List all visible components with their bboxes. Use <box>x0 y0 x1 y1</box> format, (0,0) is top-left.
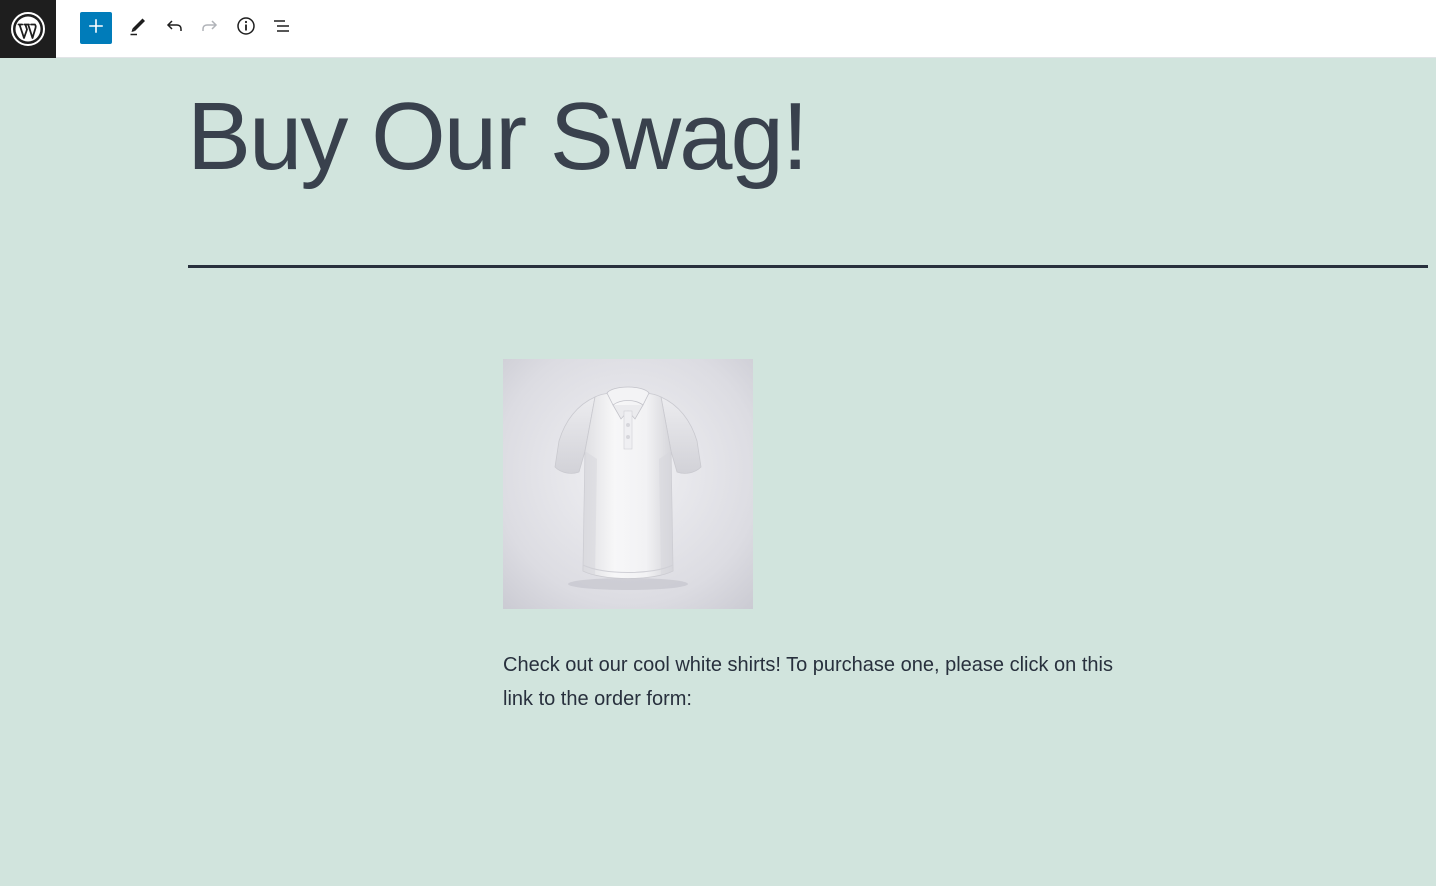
page-title[interactable]: Buy Our Swag! <box>187 82 809 192</box>
paragraph-text[interactable]: Check out our cool white shirts! To purc… <box>503 648 1123 716</box>
undo-icon <box>164 16 184 41</box>
editor-toolbar <box>0 0 1436 58</box>
details-button[interactable] <box>230 12 262 44</box>
plus-icon <box>88 18 104 39</box>
list-view-icon <box>272 16 292 41</box>
add-block-button[interactable] <box>80 12 112 44</box>
editor-canvas[interactable]: Buy Our Swag! Check out our cool white s… <box>0 58 1436 886</box>
redo-button[interactable] <box>194 12 226 44</box>
pencil-icon <box>128 16 148 41</box>
product-image[interactable] <box>503 359 753 609</box>
separator-block[interactable] <box>188 265 1428 268</box>
info-icon <box>236 16 256 41</box>
undo-button[interactable] <box>158 12 190 44</box>
wordpress-logo-icon[interactable] <box>0 0 56 58</box>
redo-icon <box>200 16 220 41</box>
list-view-button[interactable] <box>266 12 298 44</box>
tools-button[interactable] <box>122 12 154 44</box>
